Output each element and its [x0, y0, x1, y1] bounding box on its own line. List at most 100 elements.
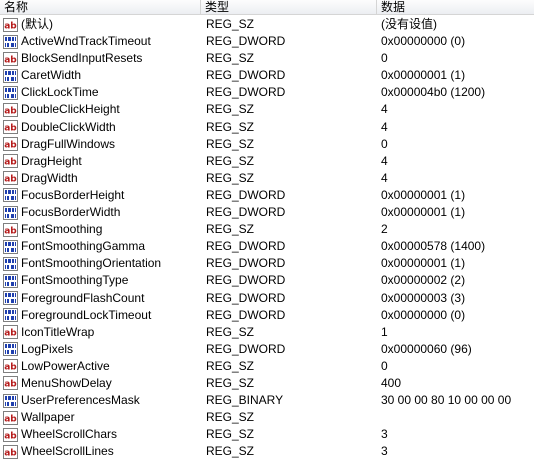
- svg-text:ab: ab: [4, 175, 17, 185]
- value-name-cell[interactable]: CaretWidth: [3, 67, 81, 84]
- value-name-cell[interactable]: ab DragWidth: [3, 170, 78, 187]
- value-data-cell: 0x00000000 (0): [381, 307, 466, 322]
- value-data-cell: 4: [381, 153, 388, 168]
- value-name-cell[interactable]: ActiveWndTrackTimeout: [3, 33, 151, 50]
- value-type-cell: REG_DWORD: [206, 256, 286, 271]
- value-type-cell: REG_DWORD: [206, 187, 286, 202]
- value-type-cell: REG_DWORD: [206, 341, 286, 356]
- table-row[interactable]: ab MenuShowDelay REG_SZ 400: [0, 375, 534, 392]
- value-data-cell: 0: [381, 358, 388, 373]
- value-name-label: (默认): [21, 17, 53, 31]
- value-data-cell: 0x00000578 (1400): [381, 239, 486, 254]
- table-row[interactable]: FontSmoothingGamma REG_DWORD 0x00000578 (1…: [0, 238, 534, 255]
- value-type-cell: REG_SZ: [206, 410, 255, 425]
- table-row[interactable]: ActiveWndTrackTimeout REG_DWORD 0x00000000…: [0, 33, 534, 50]
- value-name-label: DoubleClickHeight: [21, 102, 120, 117]
- table-row[interactable]: FocusBorderHeight REG_DWORD 0x00000001 (1): [0, 187, 534, 204]
- value-data-cell: 0: [381, 51, 388, 66]
- value-data-cell: 0x00000001 (1): [381, 205, 466, 220]
- value-type-cell: REG_DWORD: [206, 239, 286, 254]
- table-row[interactable]: ab FontSmoothing REG_SZ 2: [0, 221, 534, 238]
- table-row[interactable]: UserPreferencesMask REG_BINARY 30 00 00 80…: [0, 392, 534, 409]
- value-name-cell[interactable]: ab MenuShowDelay: [3, 375, 112, 392]
- value-name-cell[interactable]: ab BlockSendInputResets: [3, 50, 142, 67]
- value-data-cell: 4: [381, 119, 388, 134]
- value-name-label: FontSmoothing: [21, 222, 103, 237]
- value-name-cell[interactable]: ab WheelScrollChars: [3, 426, 117, 443]
- value-name-label: DragFullWindows: [21, 136, 116, 151]
- value-name-cell[interactable]: FocusBorderWidth: [3, 204, 120, 221]
- value-name-cell[interactable]: ab LowPowerActive: [3, 358, 110, 375]
- table-row[interactable]: ForegroundLockTimeout REG_DWORD 0x00000000…: [0, 307, 534, 324]
- table-row[interactable]: ab IconTitleWrap REG_SZ 1: [0, 324, 534, 341]
- table-row[interactable]: ab WheelScrollLines REG_SZ 3: [0, 443, 534, 460]
- value-name-cell[interactable]: FontSmoothingGamma: [3, 238, 145, 255]
- value-name-cell[interactable]: ab WheelScrollLines: [3, 443, 114, 460]
- value-data-cell: 0x00000002 (2): [381, 273, 466, 288]
- value-type-cell: REG_BINARY: [206, 393, 284, 408]
- value-name-cell[interactable]: FontSmoothingOrientation: [3, 255, 161, 272]
- table-row[interactable]: ab (默认) REG_SZ (没有设值): [0, 16, 534, 33]
- value-type-cell: REG_DWORD: [206, 85, 286, 100]
- value-name-cell[interactable]: ab DoubleClickWidth: [3, 119, 116, 136]
- table-row[interactable]: ab DragFullWindows REG_SZ 0: [0, 136, 534, 153]
- table-row[interactable]: ab WheelScrollChars REG_SZ 3: [0, 426, 534, 443]
- table-row[interactable]: ab BlockSendInputResets REG_SZ 0: [0, 50, 534, 67]
- value-name-label: WheelScrollChars: [21, 427, 118, 442]
- value-name-cell[interactable]: ClickLockTime: [3, 84, 99, 101]
- table-row[interactable]: ab DragHeight REG_SZ 4: [0, 153, 534, 170]
- column-header-type[interactable]: 类型: [201, 0, 377, 15]
- table-row[interactable]: LogPixels REG_DWORD 0x00000060 (96): [0, 341, 534, 358]
- value-data-cell: 0x00000001 (1): [381, 187, 466, 202]
- table-row[interactable]: ab DragWidth REG_SZ 4: [0, 170, 534, 187]
- reg-sz-icon: ab: [3, 427, 21, 442]
- value-name-cell[interactable]: ab IconTitleWrap: [3, 324, 94, 341]
- reg-dword-icon: [3, 68, 21, 83]
- value-type-cell: REG_DWORD: [206, 68, 286, 83]
- value-data-cell: 3: [381, 427, 388, 442]
- value-type-cell: REG_SZ: [206, 375, 255, 390]
- value-name-label: DragHeight: [21, 153, 82, 168]
- table-row[interactable]: ab Wallpaper REG_SZ: [0, 409, 534, 426]
- value-name-cell[interactable]: ab FontSmoothing: [3, 221, 102, 238]
- table-row[interactable]: ab LowPowerActive REG_SZ 0: [0, 358, 534, 375]
- column-header-name[interactable]: 名称: [0, 0, 201, 15]
- value-type-cell: REG_SZ: [206, 119, 255, 134]
- reg-sz-icon: ab: [3, 17, 21, 32]
- value-name-cell[interactable]: ForegroundFlashCount: [3, 290, 144, 307]
- svg-text:ab: ab: [4, 141, 17, 151]
- value-name-cell[interactable]: ab Wallpaper: [3, 409, 75, 426]
- value-name-cell[interactable]: ForegroundLockTimeout: [3, 307, 151, 324]
- reg-dword-icon: [3, 342, 21, 357]
- reg-dword-icon: [3, 393, 21, 408]
- table-row[interactable]: FontSmoothingType REG_DWORD 0x00000002 (2): [0, 272, 534, 289]
- svg-text:ab: ab: [4, 329, 17, 339]
- table-row[interactable]: ab DoubleClickWidth REG_SZ 4: [0, 119, 534, 136]
- value-type-cell: REG_SZ: [206, 170, 255, 185]
- value-type-cell: REG_SZ: [206, 136, 255, 151]
- value-name-cell[interactable]: FontSmoothingType: [3, 272, 128, 289]
- value-name-label: DoubleClickWidth: [21, 119, 116, 134]
- value-name-cell[interactable]: ab DragFullWindows: [3, 136, 115, 153]
- value-name-cell[interactable]: UserPreferencesMask: [3, 392, 140, 409]
- value-name-cell[interactable]: ab DragHeight: [3, 153, 82, 170]
- value-data-cell: 1: [381, 324, 388, 339]
- value-data-cell: 30 00 00 80 10 00 00 00: [381, 393, 512, 408]
- table-row[interactable]: FocusBorderWidth REG_DWORD 0x00000001 (1): [0, 204, 534, 221]
- table-row[interactable]: ab DoubleClickHeight REG_SZ 4: [0, 101, 534, 118]
- table-row[interactable]: CaretWidth REG_DWORD 0x00000001 (1): [0, 67, 534, 84]
- table-row[interactable]: ForegroundFlashCount REG_DWORD 0x00000003 …: [0, 290, 534, 307]
- column-header-data[interactable]: 数据: [377, 0, 534, 15]
- value-type-cell: REG_DWORD: [206, 307, 286, 322]
- value-name-label: MenuShowDelay: [21, 375, 112, 390]
- value-name-cell[interactable]: FocusBorderHeight: [3, 187, 124, 204]
- table-row[interactable]: ClickLockTime REG_DWORD 0x000004b0 (1200): [0, 84, 534, 101]
- reg-sz-icon: ab: [3, 410, 21, 425]
- value-name-label: FontSmoothingOrientation: [21, 256, 162, 271]
- value-name-cell[interactable]: ab (默认): [3, 16, 53, 33]
- table-row[interactable]: FontSmoothingOrientation REG_DWORD 0x00000…: [0, 255, 534, 272]
- value-name-cell[interactable]: ab DoubleClickHeight: [3, 101, 120, 118]
- reg-sz-icon: ab: [3, 137, 21, 152]
- registry-value-list: ab (默认) REG_SZ (没有设值) ActiveWndTrackTimeout R…: [0, 16, 534, 460]
- value-name-cell[interactable]: LogPixels: [3, 341, 73, 358]
